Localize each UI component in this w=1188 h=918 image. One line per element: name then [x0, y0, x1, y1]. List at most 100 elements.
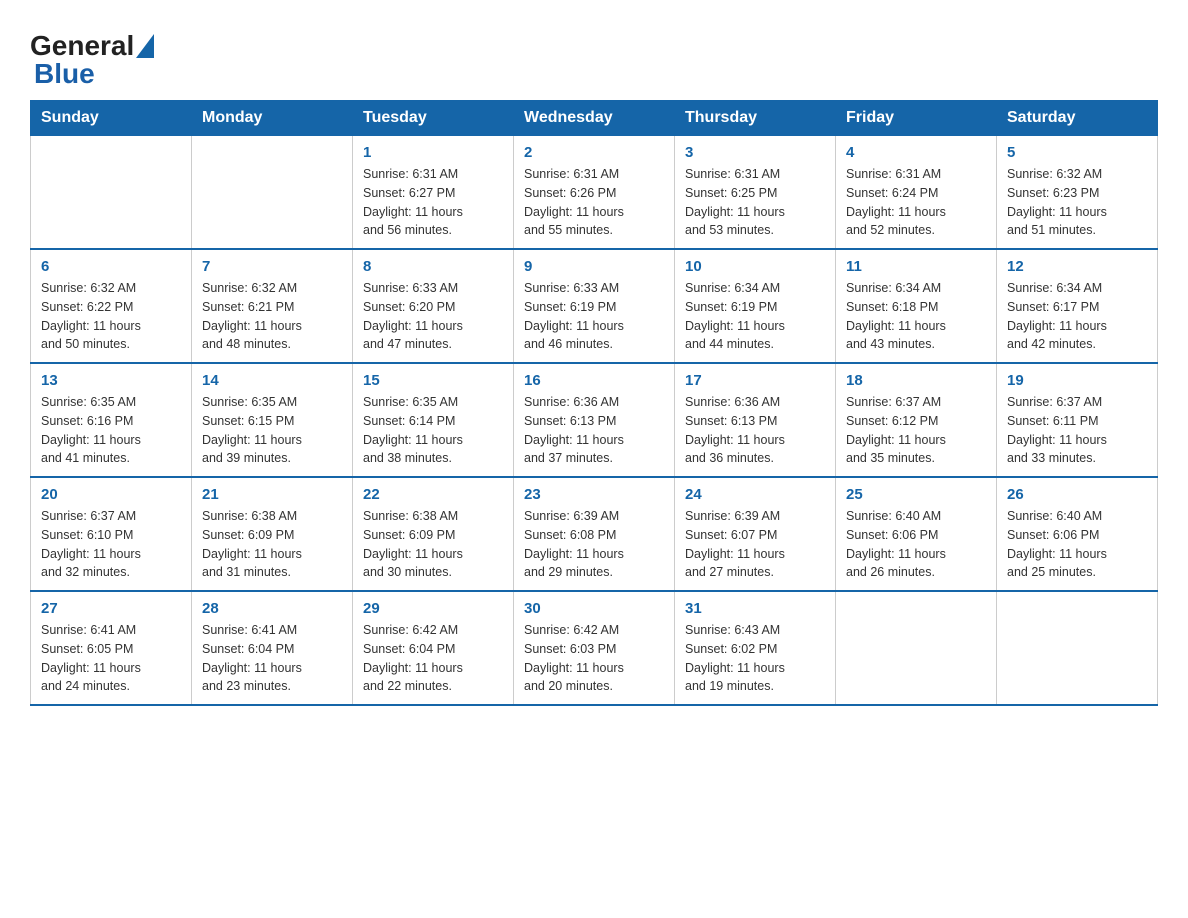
day-number: 16	[524, 372, 664, 389]
calendar-cell: 4 Sunrise: 6:31 AMSunset: 6:24 PMDaylight…	[836, 136, 997, 250]
calendar-cell: 1 Sunrise: 6:31 AMSunset: 6:27 PMDaylight…	[353, 136, 514, 250]
day-info: Sunrise: 6:32 AMSunset: 6:23 PMDaylight:…	[1007, 165, 1147, 240]
day-info: Sunrise: 6:33 AMSunset: 6:19 PMDaylight:…	[524, 279, 664, 354]
day-number: 18	[846, 372, 986, 389]
day-info: Sunrise: 6:40 AMSunset: 6:06 PMDaylight:…	[1007, 507, 1147, 582]
day-info: Sunrise: 6:40 AMSunset: 6:06 PMDaylight:…	[846, 507, 986, 582]
logo-blue-text: Blue	[34, 58, 95, 90]
day-number: 3	[685, 144, 825, 161]
day-info: Sunrise: 6:35 AMSunset: 6:16 PMDaylight:…	[41, 393, 181, 468]
logo: General Blue	[30, 30, 154, 90]
day-info: Sunrise: 6:37 AMSunset: 6:12 PMDaylight:…	[846, 393, 986, 468]
calendar-cell: 10 Sunrise: 6:34 AMSunset: 6:19 PMDayligh…	[675, 249, 836, 363]
header-thursday: Thursday	[675, 101, 836, 136]
header-wednesday: Wednesday	[514, 101, 675, 136]
day-info: Sunrise: 6:34 AMSunset: 6:18 PMDaylight:…	[846, 279, 986, 354]
day-info: Sunrise: 6:38 AMSunset: 6:09 PMDaylight:…	[363, 507, 503, 582]
day-number: 2	[524, 144, 664, 161]
day-number: 19	[1007, 372, 1147, 389]
day-number: 8	[363, 258, 503, 275]
day-info: Sunrise: 6:34 AMSunset: 6:17 PMDaylight:…	[1007, 279, 1147, 354]
day-info: Sunrise: 6:42 AMSunset: 6:03 PMDaylight:…	[524, 621, 664, 696]
day-info: Sunrise: 6:31 AMSunset: 6:25 PMDaylight:…	[685, 165, 825, 240]
calendar-week-3: 13Sunrise: 6:35 AMSunset: 6:16 PMDayligh…	[31, 363, 1158, 477]
calendar-cell	[997, 591, 1158, 705]
day-number: 23	[524, 486, 664, 503]
calendar-cell: 29 Sunrise: 6:42 AMSunset: 6:04 PMDayligh…	[353, 591, 514, 705]
calendar-cell: 22 Sunrise: 6:38 AMSunset: 6:09 PMDayligh…	[353, 477, 514, 591]
day-number: 12	[1007, 258, 1147, 275]
calendar-cell: 13Sunrise: 6:35 AMSunset: 6:16 PMDayligh…	[31, 363, 192, 477]
day-number: 10	[685, 258, 825, 275]
calendar-cell: 2 Sunrise: 6:31 AMSunset: 6:26 PMDaylight…	[514, 136, 675, 250]
calendar-week-5: 27Sunrise: 6:41 AMSunset: 6:05 PMDayligh…	[31, 591, 1158, 705]
day-number: 28	[202, 600, 342, 617]
header-sunday: Sunday	[31, 101, 192, 136]
header-monday: Monday	[192, 101, 353, 136]
day-info: Sunrise: 6:32 AMSunset: 6:21 PMDaylight:…	[202, 279, 342, 354]
calendar-cell	[836, 591, 997, 705]
calendar-cell: 21 Sunrise: 6:38 AMSunset: 6:09 PMDayligh…	[192, 477, 353, 591]
day-info: Sunrise: 6:43 AMSunset: 6:02 PMDaylight:…	[685, 621, 825, 696]
day-number: 25	[846, 486, 986, 503]
calendar-cell: 31 Sunrise: 6:43 AMSunset: 6:02 PMDayligh…	[675, 591, 836, 705]
calendar-cell: 23 Sunrise: 6:39 AMSunset: 6:08 PMDayligh…	[514, 477, 675, 591]
day-number: 27	[41, 600, 181, 617]
calendar-cell: 11 Sunrise: 6:34 AMSunset: 6:18 PMDayligh…	[836, 249, 997, 363]
day-number: 6	[41, 258, 181, 275]
day-number: 4	[846, 144, 986, 161]
day-number: 5	[1007, 144, 1147, 161]
day-info: Sunrise: 6:31 AMSunset: 6:24 PMDaylight:…	[846, 165, 986, 240]
day-info: Sunrise: 6:36 AMSunset: 6:13 PMDaylight:…	[524, 393, 664, 468]
day-number: 14	[202, 372, 342, 389]
calendar-cell: 12 Sunrise: 6:34 AMSunset: 6:17 PMDayligh…	[997, 249, 1158, 363]
day-info: Sunrise: 6:42 AMSunset: 6:04 PMDaylight:…	[363, 621, 503, 696]
calendar-cell: 19 Sunrise: 6:37 AMSunset: 6:11 PMDayligh…	[997, 363, 1158, 477]
day-info: Sunrise: 6:31 AMSunset: 6:27 PMDaylight:…	[363, 165, 503, 240]
day-info: Sunrise: 6:37 AMSunset: 6:11 PMDaylight:…	[1007, 393, 1147, 468]
calendar-cell: 30Sunrise: 6:42 AMSunset: 6:03 PMDayligh…	[514, 591, 675, 705]
day-number: 1	[363, 144, 503, 161]
day-number: 21	[202, 486, 342, 503]
calendar-header-row: SundayMondayTuesdayWednesdayThursdayFrid…	[31, 101, 1158, 136]
header-tuesday: Tuesday	[353, 101, 514, 136]
day-info: Sunrise: 6:32 AMSunset: 6:22 PMDaylight:…	[41, 279, 181, 354]
day-number: 9	[524, 258, 664, 275]
calendar-cell: 16 Sunrise: 6:36 AMSunset: 6:13 PMDayligh…	[514, 363, 675, 477]
calendar-cell: 18 Sunrise: 6:37 AMSunset: 6:12 PMDayligh…	[836, 363, 997, 477]
day-number: 22	[363, 486, 503, 503]
day-info: Sunrise: 6:33 AMSunset: 6:20 PMDaylight:…	[363, 279, 503, 354]
day-number: 20	[41, 486, 181, 503]
calendar-week-1: 1 Sunrise: 6:31 AMSunset: 6:27 PMDaylight…	[31, 136, 1158, 250]
day-info: Sunrise: 6:31 AMSunset: 6:26 PMDaylight:…	[524, 165, 664, 240]
calendar-cell: 8 Sunrise: 6:33 AMSunset: 6:20 PMDaylight…	[353, 249, 514, 363]
calendar-cell: 7 Sunrise: 6:32 AMSunset: 6:21 PMDaylight…	[192, 249, 353, 363]
day-info: Sunrise: 6:41 AMSunset: 6:04 PMDaylight:…	[202, 621, 342, 696]
calendar-cell: 5 Sunrise: 6:32 AMSunset: 6:23 PMDaylight…	[997, 136, 1158, 250]
page-header: General Blue	[30, 20, 1158, 90]
day-number: 29	[363, 600, 503, 617]
day-number: 15	[363, 372, 503, 389]
calendar-week-4: 20 Sunrise: 6:37 AMSunset: 6:10 PMDayligh…	[31, 477, 1158, 591]
calendar-cell	[31, 136, 192, 250]
calendar-cell	[192, 136, 353, 250]
calendar-cell: 26 Sunrise: 6:40 AMSunset: 6:06 PMDayligh…	[997, 477, 1158, 591]
header-saturday: Saturday	[997, 101, 1158, 136]
day-number: 17	[685, 372, 825, 389]
calendar-cell: 14 Sunrise: 6:35 AMSunset: 6:15 PMDayligh…	[192, 363, 353, 477]
day-info: Sunrise: 6:38 AMSunset: 6:09 PMDaylight:…	[202, 507, 342, 582]
day-info: Sunrise: 6:34 AMSunset: 6:19 PMDaylight:…	[685, 279, 825, 354]
day-number: 7	[202, 258, 342, 275]
day-number: 26	[1007, 486, 1147, 503]
calendar-cell: 20 Sunrise: 6:37 AMSunset: 6:10 PMDayligh…	[31, 477, 192, 591]
day-info: Sunrise: 6:37 AMSunset: 6:10 PMDaylight:…	[41, 507, 181, 582]
day-number: 31	[685, 600, 825, 617]
calendar-cell: 25 Sunrise: 6:40 AMSunset: 6:06 PMDayligh…	[836, 477, 997, 591]
day-info: Sunrise: 6:35 AMSunset: 6:15 PMDaylight:…	[202, 393, 342, 468]
day-number: 24	[685, 486, 825, 503]
calendar-cell: 15Sunrise: 6:35 AMSunset: 6:14 PMDayligh…	[353, 363, 514, 477]
day-number: 11	[846, 258, 986, 275]
calendar-cell: 17Sunrise: 6:36 AMSunset: 6:13 PMDayligh…	[675, 363, 836, 477]
day-info: Sunrise: 6:39 AMSunset: 6:08 PMDaylight:…	[524, 507, 664, 582]
header-friday: Friday	[836, 101, 997, 136]
